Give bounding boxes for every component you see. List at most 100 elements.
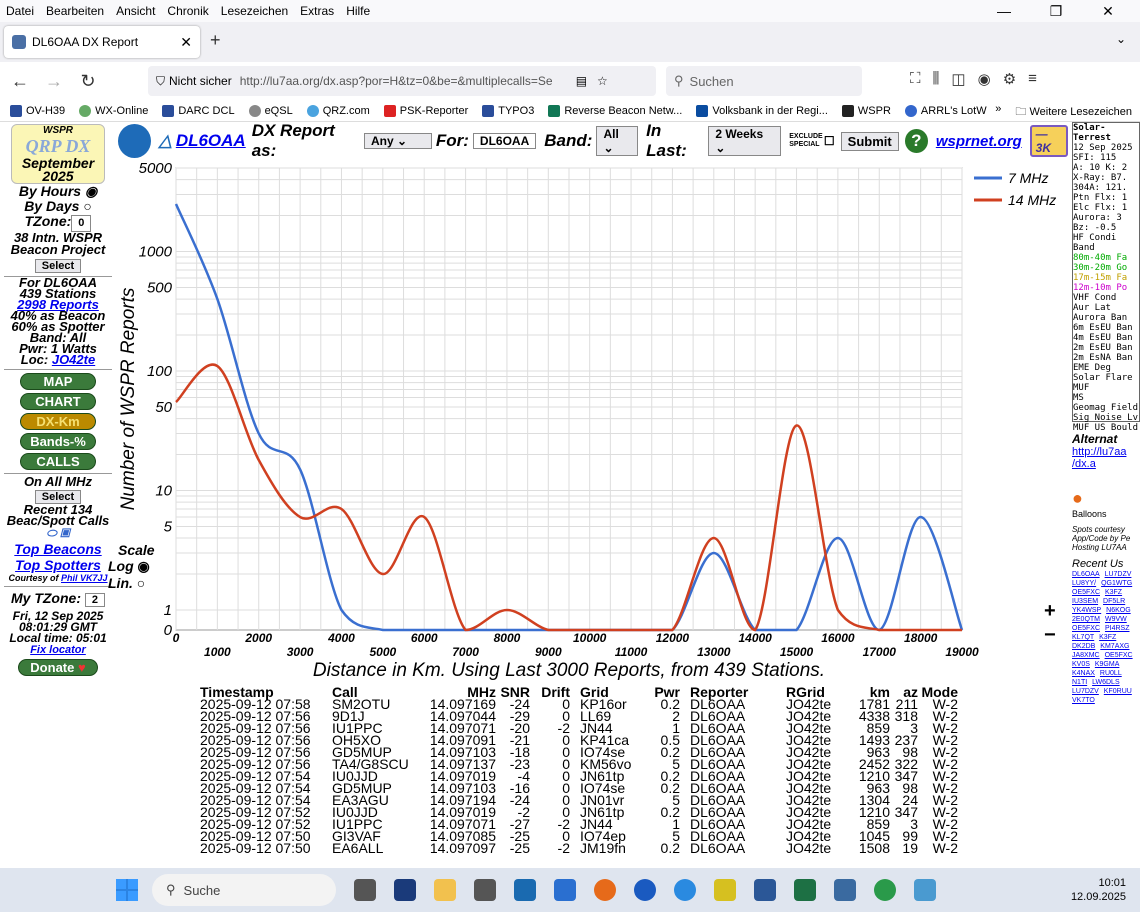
- for-input[interactable]: DL6OAA: [472, 133, 537, 149]
- menu-lesezeichen[interactable]: Lesezeichen: [221, 4, 288, 18]
- tab-dx-report[interactable]: DL6OAA DX Report ✕: [4, 26, 200, 58]
- recent-user-link[interactable]: KL7QT: [1072, 634, 1094, 641]
- explorer-icon[interactable]: [434, 879, 456, 901]
- bookmark-item[interactable]: Reverse Beacon Netw...: [548, 104, 682, 117]
- submit-button[interactable]: Submit: [840, 131, 899, 151]
- locator-link[interactable]: JO42te: [52, 352, 95, 367]
- calls-toggle-icon[interactable]: ⬭ ▣: [0, 526, 116, 541]
- recent-user-link[interactable]: RU0LL: [1100, 670, 1122, 677]
- system-tray[interactable]: 10:01 12.09.2025: [1071, 876, 1126, 904]
- firefox-icon[interactable]: [594, 879, 616, 901]
- network-app-icon[interactable]: [834, 879, 856, 901]
- recent-user-link[interactable]: VK7TO: [1072, 697, 1095, 704]
- calculator-icon[interactable]: [474, 879, 496, 901]
- close-tab-icon[interactable]: ✕: [180, 34, 192, 51]
- recent-user-link[interactable]: LU8YY/: [1072, 580, 1096, 587]
- qrp-dx-logo[interactable]: WSPR QRP DX September 2025: [11, 124, 105, 184]
- call-link[interactable]: DL6OAA: [176, 131, 246, 151]
- project-select[interactable]: Select: [0, 258, 116, 273]
- top-spotters-link[interactable]: Top Spotters: [0, 557, 116, 573]
- courtesy-link[interactable]: Phil VK7JJ: [61, 573, 108, 583]
- bookmark-item[interactable]: WX-Online: [79, 104, 148, 117]
- recent-user-link[interactable]: OE5FXC: [1072, 625, 1100, 632]
- recent-user-link[interactable]: OE5FXC: [1072, 589, 1100, 596]
- globe-app-icon[interactable]: [874, 879, 896, 901]
- menu-datei[interactable]: Datei: [6, 4, 34, 18]
- back-icon[interactable]: ←: [6, 71, 34, 92]
- recent-user-link[interactable]: IU3SEM: [1072, 598, 1098, 605]
- in-last-select[interactable]: 2 Weeks ⌄: [708, 126, 782, 156]
- account-icon[interactable]: ◉: [978, 70, 991, 88]
- new-tab-icon[interactable]: +: [210, 30, 221, 51]
- band-select[interactable]: All ⌄: [596, 126, 639, 156]
- menu-extras[interactable]: Extras: [300, 4, 334, 18]
- close-window-icon[interactable]: ✕: [1088, 0, 1128, 22]
- as-select[interactable]: Any ⌄: [363, 133, 432, 149]
- recent-user-link[interactable]: K3FZ: [1099, 634, 1116, 641]
- menu-bearbeiten[interactable]: Bearbeiten: [46, 4, 104, 18]
- tab-list-chevron-icon[interactable]: ⌄: [1116, 32, 1126, 46]
- browser-icon[interactable]: [674, 879, 696, 901]
- bookmark-item[interactable]: TYPO3: [482, 104, 534, 117]
- other-bookmarks[interactable]: 🗀 Weitere Lesezeichen: [1015, 103, 1132, 122]
- recent-user-link[interactable]: OE5FXC: [1105, 652, 1133, 659]
- extensions-icon[interactable]: ⚙: [1003, 70, 1016, 88]
- bands-pct-button[interactable]: Bands-%: [20, 433, 96, 450]
- recent-user-link[interactable]: PI4RSZ: [1105, 625, 1130, 632]
- globe-icon[interactable]: [118, 124, 151, 158]
- recent-user-link[interactable]: KV0S: [1072, 661, 1090, 668]
- log-option[interactable]: Log ◉: [108, 558, 155, 575]
- map-button[interactable]: MAP: [20, 373, 96, 390]
- bookmark-item[interactable]: DARC DCL: [162, 104, 235, 117]
- recent-user-link[interactable]: KF0RUU: [1104, 688, 1132, 695]
- lin-option[interactable]: Lin. ○: [108, 575, 155, 591]
- calls-button[interactable]: CALLS: [20, 453, 96, 470]
- menu-ansicht[interactable]: Ansicht: [116, 4, 155, 18]
- fix-locator-link[interactable]: Fix locator: [0, 644, 116, 656]
- recent-user-link[interactable]: LU7DZV: [1105, 571, 1132, 578]
- exclude-checkbox[interactable]: ☐: [824, 134, 835, 148]
- recent-user-link[interactable]: N1TI: [1072, 679, 1087, 686]
- recent-user-link[interactable]: DF5LR: [1103, 598, 1125, 605]
- taskbar-search[interactable]: ⚲ Suche: [152, 874, 336, 906]
- recent-user-link[interactable]: LU7DZV: [1072, 688, 1099, 695]
- menu-hilfe[interactable]: Hilfe: [346, 4, 370, 18]
- bookmark-item[interactable]: ARRL's LotW: [904, 104, 987, 117]
- by-hours-option[interactable]: By Hours ◉: [0, 184, 116, 199]
- reload-icon[interactable]: ↻: [74, 71, 102, 92]
- recent-user-link[interactable]: K3FZ: [1105, 589, 1122, 596]
- zoom-in-icon[interactable]: +: [1044, 600, 1056, 624]
- recent-user-link[interactable]: K9GMA: [1095, 661, 1120, 668]
- sidebar-icon[interactable]: ◫: [951, 70, 965, 88]
- recent-user-link[interactable]: 2E0QTM: [1072, 616, 1100, 623]
- bookmark-item[interactable]: OV-H39: [10, 104, 65, 117]
- app-icon[interactable]: [394, 879, 416, 901]
- recent-user-link[interactable]: K4NAX: [1072, 670, 1095, 677]
- bookmark-item[interactable]: WSPR: [841, 104, 891, 117]
- url-text[interactable]: http://lu7aa.org/dx.asp?por=H&tz=0&be=&m…: [240, 74, 570, 88]
- address-bar[interactable]: ⛉ Nicht sicher http://lu7aa.org/dx.asp?p…: [148, 66, 656, 96]
- stack-app-icon[interactable]: [914, 879, 936, 901]
- reader-view-icon[interactable]: ▤: [576, 74, 587, 88]
- bookmark-item[interactable]: Volksbank in der Regi...: [696, 104, 828, 117]
- recent-user-link[interactable]: DK2DB: [1072, 643, 1095, 650]
- chart-button[interactable]: CHART: [20, 393, 96, 410]
- excel-icon[interactable]: [794, 879, 816, 901]
- menu-chronik[interactable]: Chronik: [167, 4, 208, 18]
- help-icon[interactable]: ?: [904, 129, 928, 153]
- start-icon[interactable]: [116, 879, 138, 901]
- recent-user-link[interactable]: LW6DLS: [1092, 679, 1120, 686]
- task-view-icon[interactable]: [354, 879, 376, 901]
- 3k-button[interactable]: —3K: [1029, 125, 1068, 157]
- donate-button[interactable]: Donate ♥: [18, 659, 98, 676]
- alternate-link[interactable]: http://lu7aa /dx.a: [1072, 446, 1140, 470]
- pocket-icon[interactable]: ⛶: [910, 70, 921, 88]
- notepad-icon[interactable]: [554, 879, 576, 901]
- zoom-out-icon[interactable]: −: [1044, 624, 1056, 648]
- word-icon[interactable]: [754, 879, 776, 901]
- by-days-option[interactable]: By Days ○: [0, 199, 116, 214]
- bookmark-item[interactable]: QRZ.com: [306, 104, 370, 117]
- app-menu-icon[interactable]: ≡: [1028, 70, 1037, 88]
- solar-terrestrial-widget[interactable]: Solar-Terrest 12 Sep 2025 SFI: 115 A: 10 K…: [1072, 122, 1140, 433]
- my-tzone-input[interactable]: 2: [84, 593, 105, 607]
